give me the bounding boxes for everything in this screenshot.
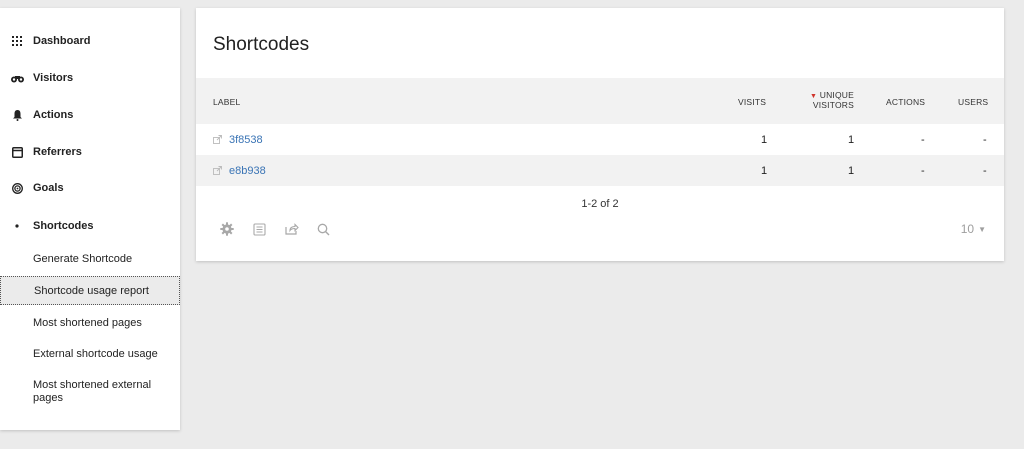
sidebar-subitem-label: External shortcode usage <box>33 348 158 360</box>
sidebar-item-label: Dashboard <box>33 35 91 47</box>
column-header-visits[interactable]: VISITS <box>738 97 766 107</box>
sidebar: Dashboard Visitors Actions Referrers Goa… <box>0 8 180 430</box>
sidebar-subitem-shortcode-usage-report[interactable]: Shortcode usage report <box>0 276 180 305</box>
row-actions: - <box>921 133 925 146</box>
table-row[interactable]: e8b938 1 1 - - <box>196 155 1004 186</box>
sidebar-subitem-label: Most shortened external pages <box>33 379 152 404</box>
row-users: - <box>983 133 987 146</box>
column-header-label[interactable]: LABEL <box>213 97 240 107</box>
sidebar-subitem-label: Most shortened pages <box>33 317 142 329</box>
gear-icon[interactable] <box>219 221 235 237</box>
sidebar-item-dashboard[interactable]: Dashboard <box>0 23 180 59</box>
report-title: Shortcodes <box>213 34 310 55</box>
chevron-down-icon: ▼ <box>978 225 986 235</box>
row-actions: - <box>921 164 925 177</box>
bell-icon <box>10 109 24 121</box>
rows-limit-select[interactable]: 10 ▼ <box>961 222 986 236</box>
column-header-unique-visitors[interactable]: ▼ UNIQUE VISITORS <box>798 91 854 110</box>
sidebar-item-label: Visitors <box>33 72 74 84</box>
sidebar-item-visitors[interactable]: Visitors <box>0 60 180 96</box>
target-icon <box>10 182 24 194</box>
binoculars-icon <box>10 74 24 83</box>
row-users: - <box>983 164 987 177</box>
sort-desc-icon: ▼ <box>810 93 818 100</box>
table-header: LABEL VISITS ▼ UNIQUE VISITORS ACTIONS U… <box>196 78 1004 124</box>
row-visits: 1 <box>761 164 768 177</box>
column-header-unique-line2: VISITORS <box>812 100 854 110</box>
grid-icon <box>10 36 24 46</box>
row-unique-visitors: 1 <box>848 133 855 146</box>
window-icon <box>10 146 24 158</box>
sidebar-subitem-generate-shortcode[interactable]: Generate Shortcode <box>0 248 180 270</box>
sidebar-subitem-most-shortened-pages[interactable]: Most shortened pages <box>0 312 180 334</box>
sidebar-subitem-label: Shortcode usage report <box>34 284 149 297</box>
row-unique-visitors: 1 <box>848 164 855 177</box>
column-header-users[interactable]: USERS <box>958 97 988 107</box>
sidebar-item-label: Shortcodes <box>33 220 94 232</box>
search-icon[interactable] <box>315 221 331 237</box>
row-label-link[interactable]: 3f8538 <box>229 134 263 146</box>
pagination-text: 1-2 of 2 <box>581 198 619 210</box>
external-link-icon[interactable] <box>213 135 222 144</box>
report-card: Shortcodes LABEL VISITS ▼ UNIQUE VISITOR… <box>196 8 1004 261</box>
row-label-link[interactable]: e8b938 <box>229 165 266 177</box>
sidebar-item-label: Goals <box>33 182 64 194</box>
sidebar-subitem-external-shortcode-usage[interactable]: External shortcode usage <box>0 343 180 365</box>
sidebar-subitem-most-shortened-external-pages[interactable]: Most shortened external pages <box>0 377 180 407</box>
column-header-unique-line1: UNIQUE <box>819 90 854 100</box>
sidebar-item-actions[interactable]: Actions <box>0 97 180 133</box>
table-row[interactable]: 3f8538 1 1 - - <box>196 124 1004 155</box>
row-label-cell[interactable]: e8b938 <box>213 155 266 186</box>
sidebar-subitem-label: Generate Shortcode <box>33 253 133 265</box>
sidebar-item-referrers[interactable]: Referrers <box>0 134 180 170</box>
rows-limit-value: 10 <box>960 222 975 236</box>
sidebar-item-shortcodes[interactable]: Shortcodes <box>0 208 180 244</box>
sidebar-item-label: Referrers <box>33 146 82 158</box>
row-label-cell[interactable]: 3f8538 <box>213 124 263 155</box>
column-header-actions[interactable]: ACTIONS <box>886 97 925 107</box>
sidebar-item-goals[interactable]: Goals <box>0 170 180 206</box>
share-icon[interactable] <box>284 221 300 237</box>
bullet-icon <box>10 224 24 228</box>
export-table-icon[interactable] <box>251 221 267 237</box>
external-link-icon[interactable] <box>213 166 222 175</box>
row-visits: 1 <box>761 133 768 146</box>
sidebar-item-label: Actions <box>33 109 74 121</box>
